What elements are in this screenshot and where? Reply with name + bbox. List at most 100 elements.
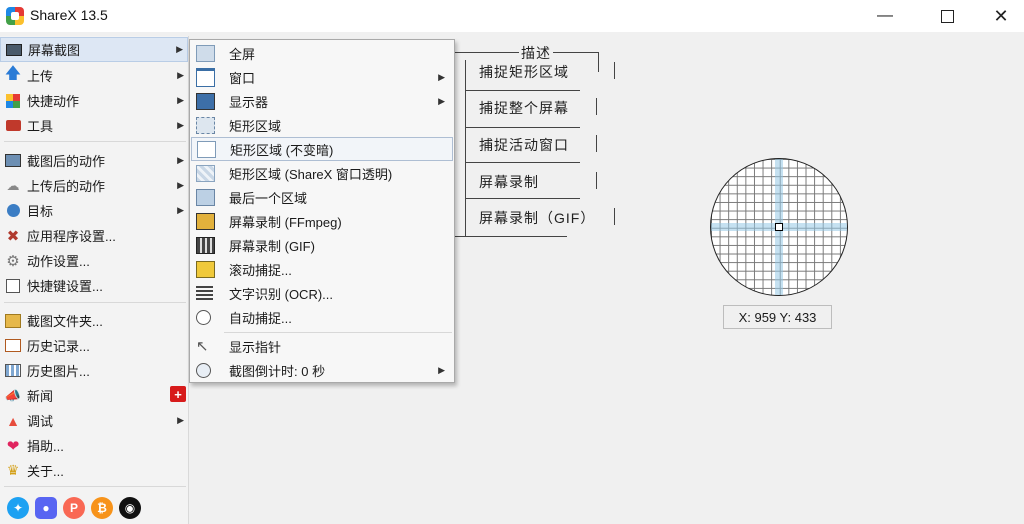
diagram-line	[465, 127, 580, 128]
megaphone-icon: 📣	[4, 387, 22, 403]
chevron-right-icon: ▶	[177, 180, 184, 190]
capture-submenu: 全屏 窗口 ▶ 显示器 ▶ 矩形区域 矩形区域 (不变暗) 矩形区域 (ShareX…	[189, 39, 455, 383]
menu-item-quick-actions[interactable]: 快捷动作 ▶	[0, 88, 188, 113]
cursor-icon: ↖	[196, 337, 209, 355]
menu-item-after-upload[interactable]: ☁ 上传后的动作 ▶	[0, 173, 188, 198]
diagram-label: 屏幕录制（GIF）	[479, 210, 596, 226]
diagram-tick	[596, 172, 597, 189]
diagram-label: 捕捉矩形区域	[479, 64, 569, 80]
text-lines-icon	[196, 285, 213, 301]
diagram-line	[465, 90, 580, 91]
menu-item-tools[interactable]: 工具 ▶	[0, 113, 188, 138]
window-title: ShareX 13.5	[30, 7, 108, 23]
crosshair-center	[775, 223, 783, 231]
diagram-label: 屏幕录制	[479, 174, 539, 190]
menu-item-debug[interactable]: ▲ 调试 ▶	[0, 408, 188, 433]
chevron-right-icon: ▶	[177, 95, 184, 105]
image-icon	[4, 153, 22, 169]
diagram-tick	[614, 208, 615, 225]
keyboard-icon	[4, 278, 22, 294]
film-icon	[196, 236, 215, 254]
diagram-title: 描述	[519, 43, 553, 63]
menu-item-news[interactable]: 📣 新闻	[0, 383, 188, 408]
twitter-icon[interactable]: ✦	[7, 497, 29, 519]
submenu-item-fullscreen[interactable]: 全屏	[191, 41, 453, 65]
menu-item-image-history[interactable]: 历史图片...	[0, 358, 188, 383]
toolbox-icon	[4, 118, 22, 134]
image-history-icon	[4, 363, 22, 379]
submenu-item-record-ffmpeg[interactable]: 屏幕录制 (FFmpeg)	[191, 209, 453, 233]
menu-item-destinations[interactable]: 目标 ▶	[0, 198, 188, 223]
cursor-coordinates: X: 959 Y: 433	[723, 305, 832, 329]
diagram-tick	[596, 135, 597, 152]
upload-arrow-icon: 🡅	[4, 65, 22, 82]
chevron-right-icon: ▶	[438, 364, 445, 375]
minimize-button[interactable]: —	[862, 0, 908, 32]
chevron-right-icon: ▶	[177, 415, 184, 425]
menu-item-task-settings[interactable]: ⚙ 动作设置...	[0, 248, 188, 273]
submenu-item-countdown[interactable]: 截图倒计时: 0 秒 ▶	[191, 358, 453, 382]
heart-icon: ❤	[6, 437, 20, 455]
history-icon	[4, 338, 22, 354]
chevron-right-icon: ▶	[177, 155, 184, 165]
crown-icon: ♛	[6, 462, 20, 478]
submenu-item-ocr[interactable]: 文字识别 (OCR)...	[191, 281, 453, 305]
last-region-icon	[196, 188, 215, 206]
submenu-item-region[interactable]: 矩形区域	[191, 113, 453, 137]
menu-item-about[interactable]: ♛ 关于...	[0, 458, 188, 483]
menu-item-capture[interactable]: 屏幕截图 ▶	[0, 37, 188, 62]
diagram-tick	[596, 98, 597, 115]
region-transparent-icon	[196, 164, 215, 182]
github-icon[interactable]: ◉	[119, 497, 141, 519]
discord-icon[interactable]: ●	[35, 497, 57, 519]
title-bar: ShareX 13.5 — ✕	[0, 0, 1024, 32]
diagram-bracket	[465, 60, 466, 236]
sharex-logo-icon	[6, 7, 24, 25]
maximize-button[interactable]	[924, 0, 970, 32]
submenu-item-region-light[interactable]: 矩形区域 (不变暗)	[191, 137, 453, 161]
chevron-right-icon: ▶	[176, 44, 183, 54]
menu-divider	[4, 141, 186, 142]
menu-item-upload[interactable]: 🡅 上传 ▶	[0, 63, 188, 88]
magnifier	[710, 158, 848, 296]
submenu-item-last-region[interactable]: 最后一个区域	[191, 185, 453, 209]
gear-icon: ⚙	[6, 252, 20, 270]
window-icon	[196, 67, 215, 87]
chevron-right-icon: ▶	[177, 120, 184, 130]
grid-icon	[4, 93, 22, 109]
menu-item-screenshot-folder[interactable]: 截图文件夹...	[0, 308, 188, 333]
record-video-icon	[196, 212, 215, 230]
monitor-icon	[196, 92, 215, 110]
submenu-divider	[224, 332, 452, 333]
submenu-item-monitor[interactable]: 显示器 ▶	[191, 89, 453, 113]
menu-item-app-settings[interactable]: ✖ 应用程序设置...	[0, 223, 188, 248]
region-light-icon	[197, 140, 216, 158]
menu-item-hotkey-settings[interactable]: 快捷键设置...	[0, 273, 188, 298]
traffic-cone-icon: ▲	[6, 412, 20, 429]
region-icon	[196, 116, 215, 134]
diagram-line	[455, 236, 567, 237]
submenu-item-scrolling-capture[interactable]: 滚动捕捉...	[191, 257, 453, 281]
submenu-item-record-gif[interactable]: 屏幕录制 (GIF)	[191, 233, 453, 257]
scroll-capture-icon	[196, 260, 215, 278]
diagram-line	[598, 52, 599, 72]
clock-icon	[196, 309, 211, 325]
bitcoin-icon[interactable]: ₿	[91, 497, 113, 519]
user-icon	[4, 203, 22, 219]
screenshot-icon	[5, 42, 23, 58]
wrench-icon: ✖	[6, 227, 20, 245]
menu-item-donate[interactable]: ❤ 捐助...	[0, 433, 188, 458]
menu-item-after-capture[interactable]: 截图后的动作 ▶	[0, 148, 188, 173]
submenu-item-window[interactable]: 窗口 ▶	[191, 65, 453, 89]
submenu-item-region-transparent[interactable]: 矩形区域 (ShareX 窗口透明)	[191, 161, 453, 185]
submenu-item-auto-capture[interactable]: 自动捕捉...	[191, 305, 453, 329]
timer-icon	[196, 362, 211, 378]
submenu-item-show-cursor[interactable]: ↖ 显示指针	[191, 334, 453, 358]
diagram-tick	[614, 62, 615, 79]
menu-item-history[interactable]: 历史记录...	[0, 333, 188, 358]
patreon-icon[interactable]: P	[63, 497, 85, 519]
chevron-right-icon: ▶	[177, 70, 184, 80]
chevron-right-icon: ▶	[438, 71, 445, 82]
diagram-line	[465, 162, 580, 163]
close-button[interactable]: ✕	[978, 0, 1024, 32]
